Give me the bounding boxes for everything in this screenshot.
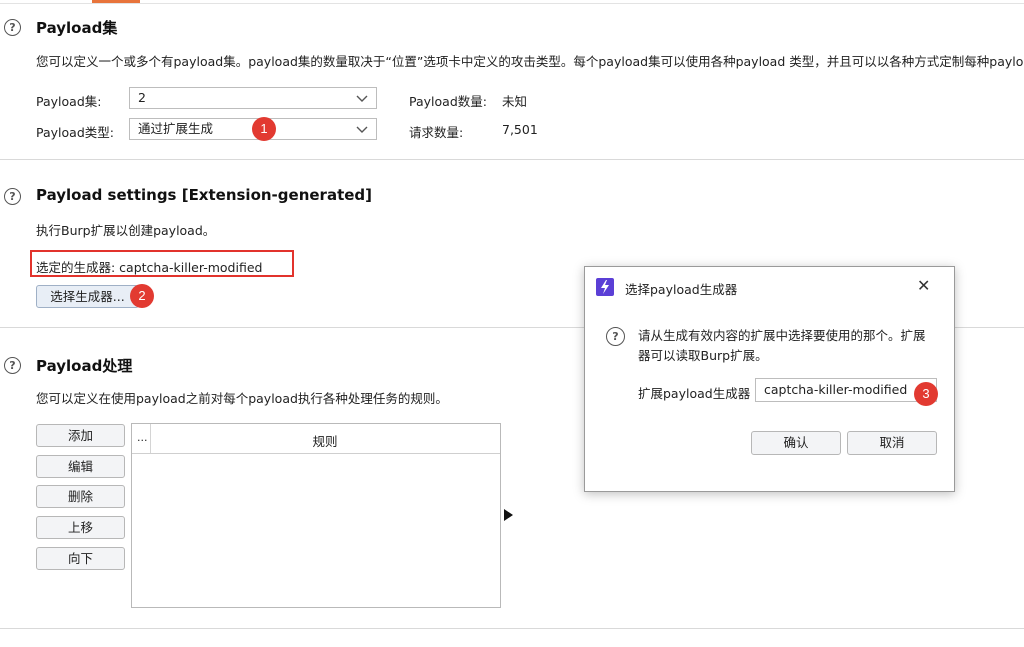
payload-settings-description: 执行Burp扩展以创建payload。 bbox=[36, 223, 216, 238]
payload-processing-title: Payload处理 bbox=[36, 357, 133, 375]
annotation-badge-2: 2 bbox=[130, 284, 154, 308]
payload-count-label: Payload数量: bbox=[409, 94, 487, 109]
col-enabled-header[interactable]: ... bbox=[137, 431, 148, 444]
request-count-label: 请求数量: bbox=[409, 125, 464, 140]
col-rule-header[interactable]: 规则 bbox=[150, 431, 500, 450]
payload-settings-title: Payload settings [Extension-generated] bbox=[36, 186, 373, 204]
selected-generator-text: 选定的生成器: captcha-killer-modified bbox=[36, 260, 263, 275]
top-border bbox=[0, 3, 1024, 4]
dialog-message-line1: 请从生成有效内容的扩展中选择要使用的那个。扩展 bbox=[638, 328, 926, 343]
request-count-value: 7,501 bbox=[502, 122, 538, 137]
help-icon[interactable]: ? bbox=[4, 19, 21, 36]
mouse-cursor-icon bbox=[504, 509, 513, 521]
delete-rule-button[interactable]: 删除 bbox=[36, 485, 125, 508]
move-up-button[interactable]: 上移 bbox=[36, 516, 125, 539]
close-icon[interactable]: ✕ bbox=[917, 276, 930, 295]
chevron-down-icon bbox=[356, 126, 368, 133]
help-icon[interactable]: ? bbox=[4, 188, 21, 205]
annotation-badge-1: 1 bbox=[252, 117, 276, 141]
chevron-down-icon bbox=[356, 95, 368, 102]
edit-rule-button[interactable]: 编辑 bbox=[36, 455, 125, 478]
payload-sets-description: 您可以定义一个或多个有payload集。payload集的数量取决于“位置”选项… bbox=[36, 54, 1024, 69]
help-icon[interactable]: ? bbox=[4, 357, 21, 374]
select-generator-button[interactable]: 选择生成器... bbox=[36, 285, 139, 308]
cancel-button[interactable]: 取消 bbox=[847, 431, 937, 455]
burp-lightning-icon bbox=[596, 278, 614, 296]
extension-generator-select[interactable]: captcha-killer-modified bbox=[755, 378, 937, 402]
annotation-badge-3: 3 bbox=[914, 382, 938, 406]
dialog-title-bar[interactable]: 选择payload生成器 ✕ bbox=[585, 267, 954, 307]
add-rule-button[interactable]: 添加 bbox=[36, 424, 125, 447]
confirm-button[interactable]: 确认 bbox=[751, 431, 841, 455]
payload-count-value: 未知 bbox=[502, 94, 528, 109]
section-divider bbox=[0, 159, 1024, 160]
processing-rules-table[interactable]: ... 规则 bbox=[131, 423, 501, 608]
payload-set-select[interactable]: 2 bbox=[129, 87, 377, 109]
payload-type-label: Payload类型: bbox=[36, 125, 114, 140]
payload-type-value: 通过扩展生成 bbox=[138, 121, 214, 136]
extension-generator-label: 扩展payload生成器 bbox=[638, 386, 751, 401]
payload-sets-title: Payload集 bbox=[36, 19, 118, 37]
section-divider bbox=[0, 628, 1024, 629]
dialog-message-line2: 器可以读取Burp扩展。 bbox=[638, 348, 768, 363]
dialog-title: 选择payload生成器 bbox=[625, 282, 738, 297]
move-down-button[interactable]: 向下 bbox=[36, 547, 125, 570]
payload-set-label: Payload集: bbox=[36, 94, 102, 109]
extension-generator-value: captcha-killer-modified bbox=[764, 382, 908, 397]
payload-processing-description: 您可以定义在使用payload之前对每个payload执行各种处理任务的规则。 bbox=[36, 391, 448, 406]
question-circle-icon: ? bbox=[606, 327, 625, 346]
payload-set-value: 2 bbox=[138, 90, 146, 105]
select-generator-dialog: 选择payload生成器 ✕ ? 请从生成有效内容的扩展中选择要使用的那个。扩展… bbox=[584, 266, 955, 492]
table-header: ... 规则 bbox=[132, 424, 500, 454]
